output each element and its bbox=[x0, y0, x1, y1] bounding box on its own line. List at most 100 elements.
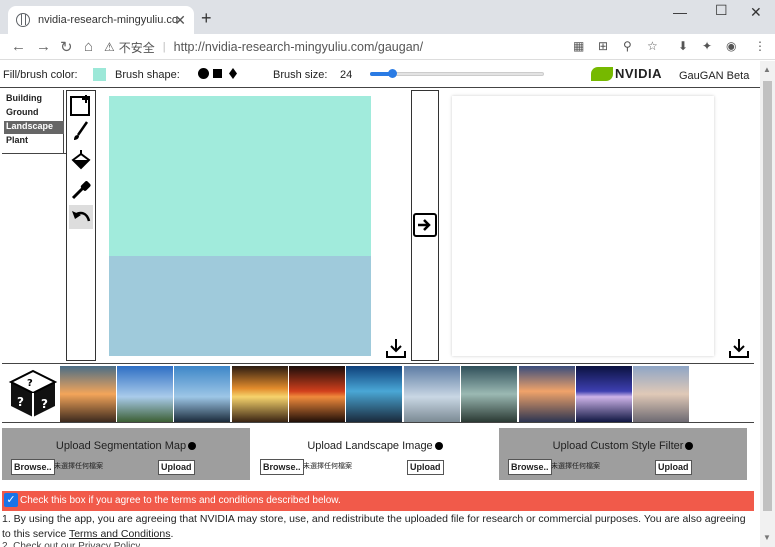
brush-size-value: 24 bbox=[340, 69, 353, 81]
page-scrollbar[interactable]: ▲ ▼ bbox=[760, 61, 775, 547]
browser-tab-bar: nvidia-research-mingyuliu.com ✕ + — ☐ ✕ bbox=[0, 0, 775, 34]
download-output-icon[interactable] bbox=[728, 337, 750, 359]
tab-title: nvidia-research-mingyuliu.com bbox=[38, 14, 178, 26]
fill-color-swatch[interactable] bbox=[93, 68, 106, 81]
style-thumbnail[interactable] bbox=[404, 366, 460, 422]
style-thumbnail[interactable] bbox=[289, 366, 345, 422]
sky-region[interactable] bbox=[109, 96, 371, 256]
svg-text:?: ? bbox=[27, 378, 33, 389]
menu-icon[interactable]: ⋮ bbox=[754, 39, 766, 53]
category-plant[interactable]: Plant bbox=[4, 135, 64, 148]
circle-brush-icon[interactable] bbox=[198, 68, 209, 79]
style-thumbnail[interactable] bbox=[633, 366, 689, 422]
random-style-dice-icon[interactable]: ??? bbox=[7, 368, 59, 420]
category-building[interactable]: Building bbox=[4, 93, 64, 106]
forward-icon[interactable]: → bbox=[36, 38, 51, 55]
square-brush-icon[interactable] bbox=[213, 69, 222, 78]
style-thumbnail[interactable] bbox=[346, 366, 402, 422]
category-divider bbox=[2, 153, 66, 154]
terms-agreement-bar: ✓ Check this box if you agree to the ter… bbox=[2, 491, 754, 511]
upload-style-title: Upload Custom Style Filter bbox=[499, 440, 747, 452]
browse-style-button[interactable]: Browse.. bbox=[508, 459, 552, 475]
extensions-icon[interactable]: ✦ bbox=[702, 39, 712, 53]
profile-icon[interactable]: ◉ bbox=[726, 39, 736, 53]
no-file-label: 未選擇任何檔案 bbox=[551, 463, 600, 470]
style-thumbnail[interactable] bbox=[117, 366, 173, 422]
bookmark-star-icon[interactable]: ☆ bbox=[647, 39, 658, 53]
style-thumbnail[interactable] bbox=[232, 366, 288, 422]
browse-landscape-button[interactable]: Browse.. bbox=[260, 459, 304, 475]
output-image bbox=[452, 96, 714, 356]
upload-style-button[interactable]: Upload bbox=[655, 460, 692, 475]
tool-panel bbox=[66, 90, 96, 361]
download-segmentation-icon[interactable] bbox=[385, 337, 407, 359]
brand-name: NVIDIA bbox=[615, 66, 663, 81]
new-tab-icon[interactable]: + bbox=[201, 8, 212, 29]
upload-style-panel: Upload Custom Style Filter Browse.. 未選擇任… bbox=[499, 428, 747, 480]
undo-icon[interactable] bbox=[69, 205, 93, 229]
browse-segmentation-button[interactable]: Browse.. bbox=[11, 459, 55, 475]
upload-landscape-panel: Upload Landscape Image Browse.. 未選擇任何檔案 … bbox=[251, 428, 499, 480]
style-thumbnail[interactable] bbox=[576, 366, 632, 422]
home-icon[interactable]: ⌂ bbox=[84, 38, 93, 55]
app-toolbar: Fill/brush color: Brush shape: Brush siz… bbox=[0, 61, 760, 88]
style-thumbnail-strip: ??? bbox=[2, 363, 754, 423]
new-canvas-icon[interactable] bbox=[69, 93, 93, 117]
info-icon[interactable] bbox=[434, 442, 443, 451]
download-icon[interactable]: ⬇ bbox=[678, 39, 688, 53]
sea-region[interactable] bbox=[109, 256, 371, 356]
brush-icon[interactable] bbox=[69, 120, 93, 144]
style-thumbnail[interactable] bbox=[60, 366, 116, 422]
minimize-icon[interactable]: — bbox=[673, 4, 687, 20]
category-landscape[interactable]: Landscape bbox=[4, 121, 64, 134]
terms-period: . bbox=[170, 528, 174, 540]
terms-conditions-link[interactable]: Terms and Conditions bbox=[69, 528, 171, 540]
no-file-label: 未選擇任何檔案 bbox=[54, 463, 103, 470]
upload-landscape-title-text: Upload Landscape Image bbox=[307, 440, 433, 452]
zoom-icon[interactable]: ⚲ bbox=[623, 39, 632, 53]
upload-landscape-title: Upload Landscape Image bbox=[251, 440, 499, 452]
style-thumbnail[interactable] bbox=[461, 366, 517, 422]
browser-tab[interactable]: nvidia-research-mingyuliu.com ✕ bbox=[8, 6, 194, 34]
arrow-right-icon bbox=[418, 219, 431, 231]
style-thumbnail[interactable] bbox=[174, 366, 230, 422]
back-icon[interactable]: ← bbox=[11, 38, 26, 55]
scrollbar-thumb[interactable] bbox=[763, 81, 772, 511]
upload-segmentation-button[interactable]: Upload bbox=[158, 460, 195, 475]
address-bar: ← → ↻ ⌂ ⚠ 不安全 | http://nvidia-research-m… bbox=[0, 34, 775, 60]
fill-color-label: Fill/brush color: bbox=[3, 69, 78, 81]
category-ground[interactable]: Ground bbox=[4, 107, 64, 120]
paint-bucket-icon[interactable] bbox=[69, 149, 93, 173]
upload-landscape-button[interactable]: Upload bbox=[407, 460, 444, 475]
eyedropper-icon[interactable] bbox=[69, 178, 93, 202]
upload-segmentation-title: Upload Segmentation Map bbox=[2, 440, 250, 452]
brush-size-label: Brush size: bbox=[273, 69, 328, 81]
insecure-label: 不安全 bbox=[118, 40, 155, 55]
svg-text:?: ? bbox=[41, 397, 48, 411]
warning-icon[interactable]: ⚠ bbox=[104, 40, 115, 54]
brush-size-slider-handle[interactable] bbox=[388, 69, 397, 78]
terms-checkbox-label: Check this box if you agree to the terms… bbox=[20, 495, 341, 506]
close-window-icon[interactable]: ✕ bbox=[750, 4, 762, 21]
translate-icon[interactable]: ⊞ bbox=[598, 39, 608, 53]
info-icon[interactable] bbox=[188, 442, 197, 451]
product-name: GauGAN Beta bbox=[679, 70, 750, 82]
diamond-brush-icon[interactable] bbox=[229, 68, 237, 79]
globe-icon bbox=[16, 13, 30, 27]
maximize-icon[interactable]: ☐ bbox=[715, 2, 728, 19]
scroll-up-icon[interactable]: ▲ bbox=[763, 65, 771, 74]
upload-style-title-text: Upload Custom Style Filter bbox=[552, 440, 684, 452]
upload-segmentation-panel: Upload Segmentation Map Browse.. 未選擇任何檔案… bbox=[2, 428, 250, 480]
category-list: Building Ground Landscape Plant bbox=[2, 90, 64, 154]
info-icon[interactable] bbox=[685, 442, 694, 451]
style-thumbnail[interactable] bbox=[519, 366, 575, 422]
svg-text:?: ? bbox=[17, 395, 24, 409]
reload-icon[interactable]: ↻ bbox=[60, 38, 73, 56]
segmentation-canvas[interactable] bbox=[109, 96, 371, 356]
render-arrow-button[interactable] bbox=[413, 213, 437, 237]
close-tab-icon[interactable]: ✕ bbox=[174, 12, 186, 29]
nvidia-logo-icon bbox=[591, 67, 613, 81]
qr-icon[interactable]: ▦ bbox=[573, 39, 584, 53]
scroll-down-icon[interactable]: ▼ bbox=[763, 533, 771, 542]
terms-checkbox[interactable]: ✓ bbox=[4, 493, 18, 507]
